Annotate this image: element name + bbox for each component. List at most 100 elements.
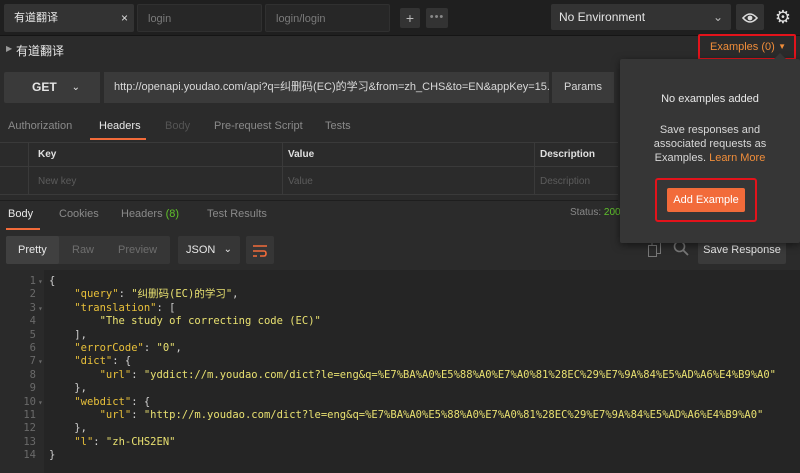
column-value: Value (288, 149, 315, 160)
copy-icon[interactable] (648, 242, 662, 258)
tab-pre-request-script[interactable]: Pre-request Script (214, 120, 303, 132)
new-key-input[interactable]: New key (38, 176, 76, 187)
tab-label: Headers (121, 208, 163, 220)
tab-authorization[interactable]: Authorization (8, 120, 72, 132)
search-icon[interactable] (673, 240, 689, 260)
code-text: } (49, 449, 55, 462)
code-text: "url": "http://m.youdao.com/dict?le=eng&… (49, 409, 764, 422)
method-select[interactable]: GET ⌄ (4, 72, 100, 103)
caret-right-icon[interactable]: ▶ (6, 44, 12, 53)
tab-body[interactable]: Body (165, 120, 190, 132)
line-number: 4 (29, 315, 36, 328)
line-number: 1 (29, 275, 36, 287)
response-body-code[interactable]: 1 ▾{2 "query": "纠删码(EC)的学习", 3 ▾ "translati… (0, 270, 800, 473)
json-key: "l" (74, 435, 94, 448)
format-group: Pretty Raw Preview (6, 236, 170, 264)
code-text: }, (49, 382, 87, 395)
description-input[interactable]: Description (540, 176, 590, 187)
close-icon[interactable]: × (121, 4, 128, 32)
code-punct: : (143, 342, 157, 354)
add-example-highlight: Add Example (655, 178, 757, 222)
request-tabs: Authorization Headers Body Pre-request S… (0, 116, 618, 140)
headers-table: Key Value Description New key Value Desc… (0, 142, 618, 195)
fold-toggle-icon[interactable]: ▾ (38, 275, 43, 288)
code-text: }, (49, 422, 87, 435)
tab-tests[interactable]: Tests (325, 120, 351, 132)
tab-login[interactable]: login (137, 4, 262, 32)
code-punct: : (131, 409, 144, 421)
add-tab-button[interactable]: + (400, 8, 420, 28)
line-number: 14 (23, 449, 36, 462)
json-value: "http://m.youdao.com/dict?le=eng&q=%E7%B… (143, 409, 764, 421)
format-select[interactable]: JSON ⌄ (178, 236, 240, 264)
tab-label: 有道翻译 (14, 12, 58, 24)
params-button[interactable]: Params (552, 72, 614, 103)
line-number: 13 (23, 435, 36, 448)
preview-button[interactable]: Preview (118, 236, 157, 264)
code-text: "errorCode": "0", (49, 342, 182, 355)
json-value: "yddict://m.youdao.com/dict?le=eng&q=%E7… (143, 368, 776, 381)
tab-headers[interactable]: Headers (99, 120, 141, 132)
code-punct: : (93, 435, 106, 448)
tab-response-headers[interactable]: Headers (8) (121, 208, 179, 220)
tab-cookies[interactable]: Cookies (59, 208, 99, 220)
line-number: 11 (23, 409, 36, 421)
raw-button[interactable]: Raw (72, 236, 94, 264)
code-punct: : { (131, 395, 151, 408)
gear-icon[interactable]: ⚙ (771, 4, 795, 30)
status-label: Status: (570, 207, 602, 218)
wrap-lines-icon[interactable] (246, 236, 274, 264)
code-text: "webdict": { (49, 396, 150, 409)
environment-select[interactable]: No Environment ⌄ (551, 4, 731, 30)
code-text: ], (49, 329, 87, 342)
table-row: New key Value Description (0, 168, 618, 195)
tab-login-login[interactable]: login/login (265, 4, 390, 32)
column-key: Key (38, 149, 57, 160)
code-punct: , (232, 288, 239, 301)
fold-toggle-icon[interactable]: ▾ (38, 396, 43, 409)
json-key: "errorCode" (74, 342, 144, 354)
line-number: 12 (23, 422, 36, 435)
line-number: 6 (29, 342, 36, 354)
add-example-button[interactable]: Add Example (667, 188, 745, 212)
column-divider (534, 143, 535, 195)
json-value: "0" (156, 342, 176, 354)
fold-toggle-icon[interactable]: ▾ (38, 302, 43, 315)
examples-label: Examples (0) (710, 41, 775, 53)
url-input[interactable]: http://openapi.youdao.com/api?q=纠删码(EC)的… (104, 72, 549, 103)
chevron-down-icon: ⌄ (71, 82, 80, 93)
tab-bar: 有道翻译 × login login/login + ••• (0, 0, 543, 36)
json-key: "query" (74, 288, 119, 301)
more-tabs-button[interactable]: ••• (426, 8, 448, 28)
json-key: "webdict" (74, 395, 132, 408)
column-description: Description (540, 149, 596, 160)
column-divider (282, 143, 283, 195)
active-tab-indicator (90, 138, 146, 140)
line-number: 2 (29, 288, 36, 301)
pretty-button[interactable]: Pretty (6, 236, 59, 264)
fold-toggle-icon[interactable]: ▾ (38, 355, 43, 368)
code-punct: } (49, 449, 56, 462)
response-tabs: Body Cookies Headers (8) Test Results (0, 200, 618, 230)
code-text: "query": "纠删码(EC)的学习", (49, 288, 238, 301)
eye-icon[interactable] (736, 4, 764, 30)
line-number: 10 (23, 395, 36, 408)
format-label: JSON (186, 244, 216, 256)
code-text: "l": "zh-CHS2EN" (49, 436, 175, 449)
value-input[interactable]: Value (288, 176, 313, 187)
tab-youdao[interactable]: 有道翻译 × (4, 4, 134, 32)
line-number: 7 (29, 355, 36, 368)
tab-test-results[interactable]: Test Results (207, 208, 267, 220)
tab-response-body[interactable]: Body (8, 208, 33, 220)
json-key: "url" (99, 368, 132, 381)
learn-more-link[interactable]: Learn More (709, 152, 765, 164)
json-key: "dict" (74, 355, 113, 368)
json-value: "The study of correcting code (EC)" (99, 315, 321, 328)
